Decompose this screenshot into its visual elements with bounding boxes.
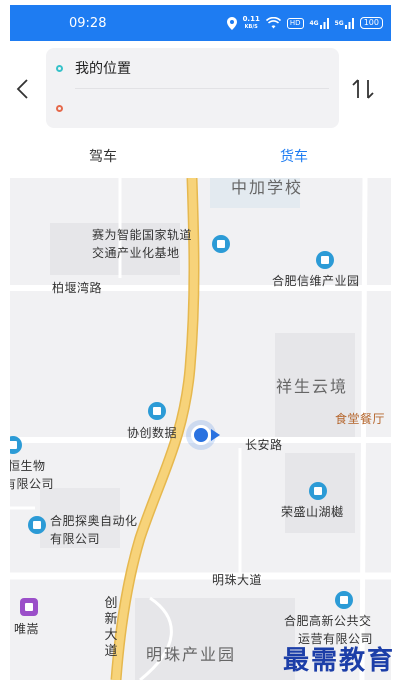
label-hengsheng-line2: 有限公司 — [10, 477, 55, 491]
label-xiechuang: 协创数据 — [127, 426, 178, 440]
speed-value: 0.11 — [242, 14, 260, 23]
current-location-marker — [191, 425, 211, 445]
label-saiwei-line2: 交通产业化基地 — [92, 246, 180, 260]
wifi-icon — [265, 14, 281, 32]
label-baiyanwan-road: 柏堰湾路 — [52, 281, 103, 295]
saiwei-poi-icon[interactable] — [212, 235, 230, 253]
hd-badge: HD — [286, 17, 304, 29]
label-weisong: 唯嵩 — [14, 622, 40, 636]
swap-route-icon[interactable] — [350, 77, 376, 101]
label-xiangsheng: 祥生云境 — [276, 377, 349, 396]
signal-icon-2: 5G — [335, 14, 354, 32]
xiechuang-poi-icon[interactable] — [148, 402, 166, 420]
label-chuangxin-road: 创新大道 — [104, 596, 118, 659]
label-changan-road: 长安路 — [245, 438, 283, 452]
east-road — [359, 178, 368, 680]
signal-icon-1: 4G — [310, 14, 329, 32]
location-pin-icon — [226, 14, 237, 32]
tab-truck[interactable]: 货车 — [280, 146, 308, 166]
label-mingzhu-road: 明珠大道 — [212, 573, 263, 587]
xinwei-poi-icon[interactable] — [316, 251, 334, 269]
back-arrow-icon[interactable] — [14, 78, 34, 100]
label-xinwei: 合肥信维产业园 — [272, 274, 360, 288]
origin-dot-icon — [56, 64, 63, 72]
label-tanao-line1: 合肥探奥自动化 — [50, 514, 138, 528]
speed-unit: KB/S — [244, 23, 258, 30]
weisong-poi-icon[interactable] — [20, 598, 38, 616]
transit-poi-icon[interactable] — [335, 591, 353, 609]
tab-drive[interactable]: 驾车 — [89, 146, 117, 166]
network-speed: 0.11 KB/S — [243, 14, 260, 32]
label-school: 中加学校 — [231, 178, 304, 197]
battery-icon: 100 — [359, 17, 383, 29]
transport-mode-tabs: 驾车 货车 — [0, 140, 403, 170]
label-transit-line1: 合肥高新公共交 — [284, 614, 372, 628]
destination-dot-icon — [56, 104, 63, 112]
status-bar: 09:28 0.11 KB/S HD 4G 5G 100 — [10, 5, 391, 41]
signal-2-label: 5G — [334, 19, 344, 27]
rongsheng-poi-icon[interactable] — [309, 482, 327, 500]
origin-field[interactable]: 我的位置 — [75, 58, 131, 78]
map-view[interactable]: 中加学校 赛为智能国家轨道 交通产业化基地 合肥信维产业园 柏堰湾路 祥生云境 … — [10, 178, 391, 680]
label-mingzhu-park: 明珠产业园 — [146, 645, 237, 664]
label-canteen: 食堂餐厅 — [335, 412, 386, 426]
destination-row[interactable] — [46, 88, 339, 128]
tanao-poi-icon[interactable] — [28, 516, 46, 534]
label-hengsheng-line1: 恒生物 — [10, 459, 46, 473]
origin-row[interactable]: 我的位置 — [46, 48, 339, 88]
label-rongsheng: 荣盛山湖樾 — [281, 505, 344, 519]
label-tanao-line2: 有限公司 — [50, 532, 101, 546]
mingzhu-park-block — [135, 598, 295, 680]
signal-1-label: 4G — [309, 19, 319, 27]
watermark: 最需教育 — [282, 646, 395, 676]
label-saiwei-line1: 赛为智能国家轨道 — [92, 228, 193, 242]
route-input-card: 我的位置 — [46, 48, 339, 128]
heading-arrow-icon — [211, 429, 220, 441]
status-time: 09:28 — [69, 16, 107, 31]
status-icons: 0.11 KB/S HD 4G 5G 100 — [226, 14, 383, 32]
